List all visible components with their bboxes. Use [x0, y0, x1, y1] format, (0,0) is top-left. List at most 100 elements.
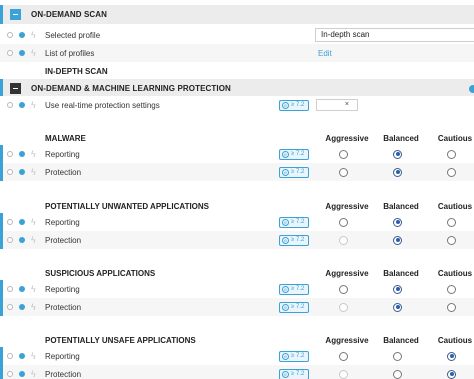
- section-bar: [0, 347, 3, 365]
- section-bar: [0, 365, 3, 379]
- policy-apply-icon[interactable]: [7, 237, 13, 243]
- policy-force-icon[interactable]: [19, 286, 25, 292]
- radio-balanced[interactable]: [393, 149, 402, 159]
- close-icon[interactable]: ×: [345, 101, 349, 108]
- lightning-icon[interactable]: ϟ: [31, 302, 36, 312]
- policy-apply-icon[interactable]: [7, 102, 13, 108]
- policy-force-icon[interactable]: [19, 219, 25, 225]
- lightning-icon[interactable]: ϟ: [31, 284, 36, 294]
- radio-cautious[interactable]: [447, 167, 456, 177]
- setting-label: Reporting: [45, 351, 80, 361]
- policy-force-icon[interactable]: [19, 371, 25, 377]
- section-bar: [0, 163, 3, 181]
- radio-aggressive[interactable]: [339, 302, 348, 312]
- lightning-icon[interactable]: ϟ: [31, 30, 36, 40]
- setting-label: Protection: [45, 167, 82, 177]
- lightning-icon[interactable]: ϟ: [31, 351, 36, 361]
- setting-row: ϟ Protection e ≥ 7.2: [0, 298, 474, 316]
- policy-apply-icon[interactable]: [7, 219, 13, 225]
- section-bar: [0, 280, 3, 298]
- version-badge: e ≥ 7.2: [279, 216, 309, 228]
- version-badge: e ≥ 7.2: [279, 166, 309, 178]
- radio-aggressive[interactable]: [339, 149, 348, 159]
- radio-balanced[interactable]: [393, 217, 402, 227]
- version-badge: e ≥ 7.2: [279, 301, 309, 313]
- radio-balanced[interactable]: [393, 284, 402, 294]
- version-text: ≥ 7.2: [291, 353, 305, 359]
- policy-apply-icon[interactable]: [7, 32, 13, 38]
- lightning-icon[interactable]: ϟ: [31, 149, 36, 159]
- radio-cautious[interactable]: [447, 149, 456, 159]
- column-cautious: Cautious: [437, 268, 473, 278]
- policy-apply-icon[interactable]: [7, 304, 13, 310]
- radio-cautious[interactable]: [447, 351, 456, 361]
- policy-force-icon[interactable]: [19, 237, 25, 243]
- product-icon: e: [282, 168, 289, 176]
- lightning-icon[interactable]: ϟ: [31, 167, 36, 177]
- policy-apply-icon[interactable]: [7, 371, 13, 377]
- radio-balanced[interactable]: [393, 167, 402, 177]
- radio-cautious[interactable]: [447, 235, 456, 245]
- collapse-icon[interactable]: [10, 83, 21, 94]
- collapse-icon[interactable]: [10, 9, 21, 20]
- profile-select[interactable]: In-depth scan: [315, 28, 474, 42]
- version-badge: e ≥ 7.2: [279, 148, 309, 160]
- setting-label: Protection: [45, 302, 82, 312]
- setting-label: Protection: [45, 369, 82, 379]
- policy-apply-icon[interactable]: [7, 151, 13, 157]
- ondemand-scan-title: ON-DEMAND SCAN: [31, 10, 108, 19]
- radio-cautious[interactable]: [447, 217, 456, 227]
- radio-aggressive[interactable]: [339, 284, 348, 294]
- policy-apply-icon[interactable]: [7, 50, 13, 56]
- section-bar: [0, 298, 3, 316]
- policy-force-icon[interactable]: [19, 102, 25, 108]
- radio-aggressive[interactable]: [339, 217, 348, 227]
- ml-protection-title: ON-DEMAND & MACHINE LEARNING PROTECTION: [31, 84, 231, 93]
- radio-cautious[interactable]: [447, 284, 456, 294]
- column-balanced: Balanced: [383, 201, 419, 211]
- lightning-icon[interactable]: ϟ: [31, 48, 36, 58]
- lightning-icon[interactable]: ϟ: [31, 217, 36, 227]
- product-icon: e: [282, 303, 289, 311]
- radio-balanced[interactable]: [393, 302, 402, 312]
- policy-force-icon[interactable]: [19, 151, 25, 157]
- policy-apply-icon[interactable]: [7, 169, 13, 175]
- radio-aggressive[interactable]: [339, 167, 348, 177]
- radio-aggressive[interactable]: [339, 235, 348, 245]
- list-of-profiles-label: List of profiles: [45, 48, 95, 58]
- column-aggressive: Aggressive: [325, 335, 369, 345]
- radio-balanced[interactable]: [393, 369, 402, 379]
- group-title: SUSPICIOUS APPLICATIONS: [45, 268, 156, 278]
- radio-balanced[interactable]: [393, 235, 402, 245]
- radio-cautious[interactable]: [447, 302, 456, 312]
- column-cautious: Cautious: [437, 133, 473, 143]
- lightning-icon[interactable]: ϟ: [31, 235, 36, 245]
- policy-apply-icon[interactable]: [7, 286, 13, 292]
- radio-cautious[interactable]: [447, 369, 456, 379]
- version-text: ≥ 7.2: [291, 371, 305, 377]
- edit-profiles-link[interactable]: Edit: [318, 49, 332, 58]
- policy-force-icon[interactable]: [19, 32, 25, 38]
- radio-aggressive[interactable]: [339, 369, 348, 379]
- radio-aggressive[interactable]: [339, 351, 348, 361]
- version-text: ≥ 7.2: [291, 286, 305, 292]
- lightning-icon[interactable]: ϟ: [31, 100, 36, 110]
- realtime-toggle[interactable]: ×: [316, 99, 358, 111]
- policy-force-icon[interactable]: [19, 50, 25, 56]
- product-icon: e: [282, 150, 289, 158]
- policy-force-icon[interactable]: [19, 353, 25, 359]
- product-icon: e: [282, 352, 289, 360]
- ondemand-scan-header[interactable]: ON-DEMAND SCAN: [0, 5, 474, 24]
- version-badge: e ≥ 7.2: [279, 368, 309, 379]
- setting-row: ϟ Reporting e ≥ 7.2: [0, 145, 474, 163]
- setting-row: ϟ Reporting e ≥ 7.2: [0, 347, 474, 365]
- lightning-icon[interactable]: ϟ: [31, 369, 36, 379]
- policy-apply-icon[interactable]: [7, 353, 13, 359]
- version-badge: e ≥ 7.2: [279, 234, 309, 246]
- radio-balanced[interactable]: [393, 351, 402, 361]
- setting-row: ϟ Protection e ≥ 7.2: [0, 163, 474, 181]
- in-depth-scan-row: IN-DEPTH SCAN: [0, 62, 474, 80]
- policy-force-icon[interactable]: [19, 169, 25, 175]
- policy-force-icon[interactable]: [19, 304, 25, 310]
- setting-row: ϟ Reporting e ≥ 7.2: [0, 213, 474, 231]
